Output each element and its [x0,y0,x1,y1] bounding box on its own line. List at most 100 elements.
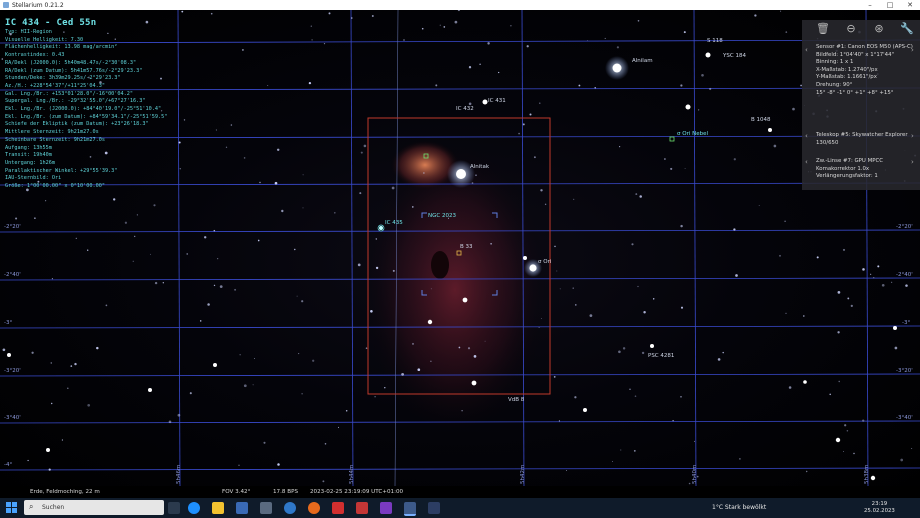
faint-star [541,318,542,319]
faint-star [311,39,313,41]
rotation-scale[interactable]: 15° -8° -1° 0° +1° +8° +15° [816,90,916,98]
faint-star [594,87,596,89]
info-line: IAU-Sternbild: Ori [5,175,62,182]
faint-star [846,429,849,432]
app-icon[interactable] [428,502,440,514]
label-s118[interactable]: S 118 [707,38,723,44]
faint-star [533,156,536,159]
prev-lens-arrow[interactable]: ‹ [805,158,808,166]
label-ic432[interactable]: IC 432 [456,106,474,112]
minimize-button[interactable]: – [860,0,880,10]
faint-star [310,25,312,27]
info-line: Flächenhelligkeit: 13.98 mag/arcmin² [5,44,118,51]
faint-star [471,182,474,184]
faint-star [457,10,461,12]
faint-star [328,12,331,15]
close-button[interactable]: ✕ [900,0,920,10]
faint-star [900,458,904,462]
fov-text: FOV 3.42° [222,489,251,495]
faint-star [454,20,458,24]
ccd-toggle-icon[interactable]: ⊖ [844,22,858,36]
sky-view[interactable]: IC 434 - Ced 55n Typ: HII-Region Visuell… [0,10,920,486]
faint-star [50,402,53,405]
faint-star [338,426,339,428]
faint-star [510,25,512,27]
label-alnitak[interactable]: Alnitak [470,164,489,170]
faint-star [553,376,556,378]
faint-star [709,87,712,91]
faint-star [529,113,532,116]
faint-star [384,387,386,389]
faint-star [276,148,280,152]
y-scale: Y-Maßstab: 1.1661"/px [816,74,877,81]
app-icon[interactable] [380,502,392,514]
label-sigma-ori[interactable]: σ Ori [538,259,551,265]
faint-star [539,102,541,104]
dec-label: -3° [902,320,911,326]
label-vdb8[interactable]: VdB 8 [508,397,524,403]
label-ic431[interactable]: IC 431 [488,98,506,104]
faint-star [259,181,261,184]
app-icon[interactable] [284,502,296,514]
faint-star [862,419,865,422]
faint-star [758,205,760,206]
faint-star [277,463,280,466]
faint-star [739,458,741,460]
app-icon[interactable] [260,502,272,514]
trash-icon[interactable]: 🗑 [816,22,830,36]
location-text[interactable]: Erde, Feldmoching, 22 m [30,489,100,495]
faint-star [619,146,621,148]
prev-telescope-arrow[interactable]: ‹ [805,132,808,140]
info-line: Az./H.: +228°54'37"/+11°25'04.3" [5,82,105,89]
faint-star [484,340,486,342]
file-explorer-icon[interactable] [212,502,224,514]
prev-sensor-arrow[interactable]: ‹ [805,46,808,54]
faint-star [61,439,63,441]
mail-icon[interactable] [236,502,248,514]
weather-widget[interactable]: 1°C Stark bewölkt [712,504,766,511]
faint-star [722,351,724,354]
dec-label: -2°40' [896,272,913,278]
faint-star [468,66,472,69]
label-b33[interactable]: B 33 [460,244,473,250]
info-line: Aufgang: 13h55m [5,144,52,151]
faint-star [842,248,846,251]
edge-browser-icon[interactable] [188,502,200,514]
faint-star [526,45,529,48]
label-psc4281[interactable]: PSC 4281 [648,353,674,359]
taskbar-search-box[interactable]: ⌕ Suchen [24,500,164,515]
maximize-button[interactable]: □ [880,0,900,10]
ra-label: 5h40m [692,464,698,484]
label-sigma-ori-cluster[interactable]: σ Ori Nebel [677,131,708,137]
stellarium-taskbar-icon[interactable] [404,502,416,516]
label-ngc2023[interactable]: NGC 2023 [428,213,456,219]
faint-star [213,284,216,287]
faint-star [680,395,682,398]
crosshair-icon[interactable]: ⊛ [872,22,886,36]
datetime-text[interactable]: 2023-02-25 23:19:09 UTC+01:00 [310,489,403,495]
star-alnitak [456,169,466,179]
settings-wrench-icon[interactable]: 🔧 [900,22,914,36]
faint-star [694,440,695,442]
faint-star [538,327,540,328]
faint-star [217,258,219,260]
faint-star [391,186,395,190]
faint-star [643,310,646,314]
faint-star [637,285,639,288]
label-b1048[interactable]: B 1048 [751,117,771,123]
task-view-icon[interactable] [168,502,180,514]
label-alnilam[interactable]: Alnilam [632,58,653,64]
sensor-name: Sensor #1: Canon EOS M50 (APS-C) [816,44,913,50]
label-ic435[interactable]: IC 435 [385,220,403,226]
windows-start-button[interactable] [6,502,18,514]
firefox-icon[interactable] [308,502,320,514]
faint-star [733,158,736,161]
app-icon[interactable] [356,502,368,514]
taskbar-clock[interactable]: 23:19 25.02.2023 [864,501,895,515]
faint-star [357,263,361,267]
faint-star [735,274,738,277]
faint-star [189,392,192,395]
faint-star [829,393,831,396]
app-icon[interactable] [332,502,344,514]
label-ysc184[interactable]: YSC 184 [723,53,746,59]
